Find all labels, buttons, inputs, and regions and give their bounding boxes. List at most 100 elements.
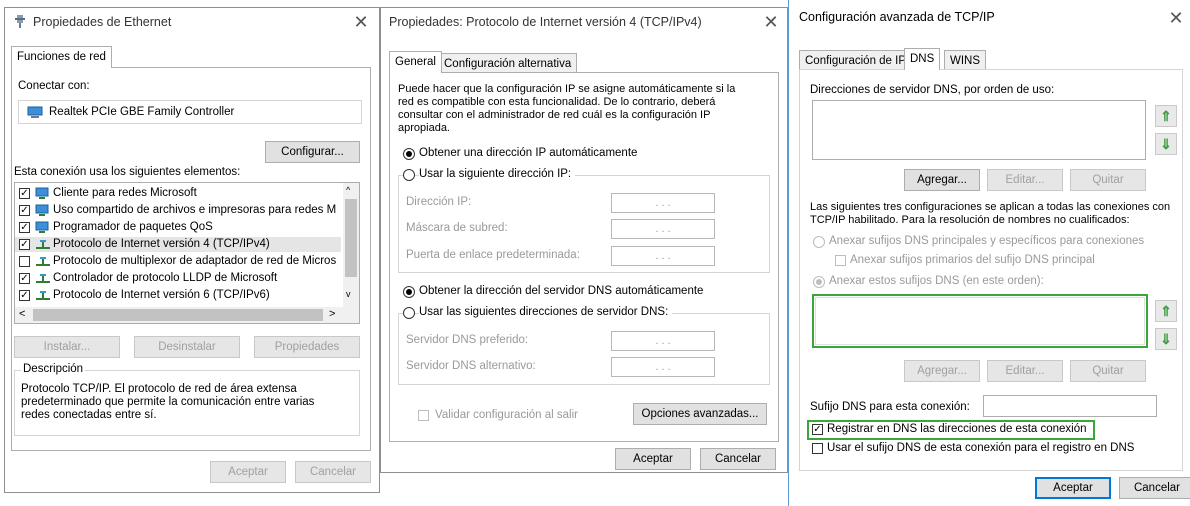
ip-address-input[interactable]: . . . xyxy=(611,193,715,213)
title-bar[interactable]: Propiedades: Protocolo de Internet versi… xyxy=(381,8,787,36)
connect-label: Conectar con: xyxy=(18,80,90,92)
manual-ip-label[interactable]: Usar la siguiente dirección IP: xyxy=(419,168,576,180)
hscroll-thumb[interactable] xyxy=(33,309,323,321)
move-up-icon[interactable]: ⇑ xyxy=(1155,105,1177,127)
append-these-label[interactable]: Anexar estos sufijos DNS (en este orden)… xyxy=(829,275,1044,287)
components-list: ✓ Cliente para redes Microsoft ✓ Uso compar… xyxy=(14,182,360,324)
auto-dns-label[interactable]: Obtener la dirección del servidor DNS au… xyxy=(419,285,703,297)
close-icon[interactable]: ✕ xyxy=(1166,8,1186,28)
network-client-icon xyxy=(35,221,51,237)
scroll-down-icon[interactable]: v xyxy=(346,289,351,299)
preferred-dns-input[interactable]: . . . xyxy=(611,331,715,351)
advanced-options-button[interactable]: Opciones avanzadas... xyxy=(633,403,767,425)
list-item[interactable]: ✓ Programador de paquetes QoS xyxy=(15,220,341,235)
use-suffix-label[interactable]: Usar el sufijo DNS de esta conexión para… xyxy=(827,442,1134,454)
protocol-icon xyxy=(35,255,51,271)
item-label: Cliente para redes Microsoft xyxy=(53,187,197,199)
suffix-add-button[interactable]: Agregar... xyxy=(904,360,980,382)
tab-configuracion-alternativa[interactable]: Configuración alternativa xyxy=(438,53,578,73)
tab-general[interactable]: General xyxy=(389,51,442,73)
item-checkbox[interactable]: ✓ xyxy=(19,222,30,233)
subnet-mask-input[interactable]: . . . xyxy=(611,219,715,239)
suffix-up-icon[interactable]: ⇑ xyxy=(1155,300,1177,322)
tab-dns[interactable]: DNS xyxy=(904,48,941,70)
append-primary-radio[interactable] xyxy=(813,236,825,248)
list-item[interactable]: ✓ Controlador de protocolo LLDP de Micros… xyxy=(15,271,341,286)
list-item[interactable]: ✓ Protocolo de Internet versión 4 (TCP/IP… xyxy=(15,237,341,252)
scroll-left-icon[interactable]: < xyxy=(19,308,25,320)
scroll-right-icon[interactable]: > xyxy=(329,308,335,320)
list-item[interactable]: ✓ Cliente para redes Microsoft xyxy=(15,186,341,201)
move-down-icon[interactable]: ⇓ xyxy=(1155,133,1177,155)
title-bar[interactable]: Configuración avanzada de TCP/IP ✕ xyxy=(789,0,1190,32)
append-parent-checkbox[interactable] xyxy=(835,255,846,266)
list-item[interactable]: ✓ Protocolo de Internet versión 6 (TCP/IP… xyxy=(15,288,341,303)
protocol-icon xyxy=(35,272,51,288)
suffix-remove-button[interactable]: Quitar xyxy=(1070,360,1146,382)
ok-button[interactable]: Aceptar xyxy=(1035,477,1111,499)
description-group: Descripción Protocolo TCP/IP. El protoco… xyxy=(14,363,360,436)
uninstall-button[interactable]: Desinstalar xyxy=(134,336,240,358)
ok-button[interactable]: Aceptar xyxy=(210,461,286,483)
item-checkbox[interactable]: ✓ xyxy=(19,188,30,199)
item-checkbox[interactable] xyxy=(19,256,30,267)
install-button[interactable]: Instalar... xyxy=(14,336,120,358)
validate-checkbox[interactable] xyxy=(418,410,429,421)
adapter-name: Realtek PCIe GBE Family Controller xyxy=(49,106,235,118)
cancel-button[interactable]: Cancelar xyxy=(700,448,776,470)
properties-button[interactable]: Propiedades xyxy=(254,336,360,358)
item-checkbox[interactable]: ✓ xyxy=(19,239,30,250)
horizontal-scrollbar[interactable]: < > xyxy=(15,307,359,323)
description-line-2: predeterminado que permite la comunicaci… xyxy=(21,396,315,408)
protocol-icon xyxy=(35,289,51,305)
manual-dns-label[interactable]: Usar las siguientes direcciones de servi… xyxy=(419,306,673,318)
tab-ip-settings[interactable]: Configuración de IP xyxy=(799,50,913,70)
auto-ip-radio[interactable] xyxy=(403,148,415,160)
scroll-up-icon[interactable]: ^ xyxy=(346,185,350,195)
auto-dns-radio[interactable] xyxy=(403,286,415,298)
append-these-radio[interactable] xyxy=(813,276,825,288)
gateway-input[interactable]: . . . xyxy=(611,246,715,266)
dns-servers-label: Direcciones de servidor DNS, por orden d… xyxy=(810,84,1055,96)
item-checkbox[interactable]: ✓ xyxy=(19,273,30,284)
dns-add-button[interactable]: Agregar... xyxy=(904,169,980,191)
alternate-dns-label: Servidor DNS alternativo: xyxy=(406,360,536,372)
configure-button[interactable]: Configurar... xyxy=(265,141,360,163)
auto-ip-label[interactable]: Obtener una dirección IP automáticamente xyxy=(419,147,637,159)
validate-label[interactable]: Validar configuración al salir xyxy=(435,409,578,421)
use-suffix-checkbox[interactable] xyxy=(812,443,823,454)
suffix-down-icon[interactable]: ⇓ xyxy=(1155,328,1177,350)
register-checkbox[interactable]: ✓ xyxy=(812,424,823,435)
append-parent-label[interactable]: Anexar sufijos primarios del sufijo DNS … xyxy=(850,254,1095,266)
cancel-button[interactable]: Cancelar xyxy=(1119,477,1190,499)
tab-wins[interactable]: WINS xyxy=(944,50,987,70)
scroll-thumb[interactable] xyxy=(345,199,357,277)
suffix-edit-button[interactable]: Editar... xyxy=(987,360,1063,382)
alternate-dns-input[interactable]: . . . xyxy=(611,357,715,377)
close-icon[interactable]: ✕ xyxy=(351,12,371,32)
suffix-input[interactable] xyxy=(983,395,1157,417)
cancel-button[interactable]: Cancelar xyxy=(295,461,371,483)
info-line-2: TCP/IP habilitado. Para la resolución de… xyxy=(810,214,1130,226)
list-item[interactable]: Protocolo de multiplexor de adaptador de… xyxy=(15,254,341,269)
item-checkbox[interactable]: ✓ xyxy=(19,205,30,216)
item-checkbox[interactable]: ✓ xyxy=(19,290,30,301)
network-client-icon xyxy=(35,204,51,220)
window-title: Configuración avanzada de TCP/IP xyxy=(799,10,995,24)
item-label: Programador de paquetes QoS xyxy=(53,221,213,233)
list-item[interactable]: ✓ Uso compartido de archivos e impresoras… xyxy=(15,203,341,218)
dns-servers-list[interactable] xyxy=(812,100,1146,160)
manual-dns-radio[interactable] xyxy=(403,307,415,319)
dns-remove-button[interactable]: Quitar xyxy=(1070,169,1146,191)
register-label[interactable]: Registrar en DNS las direcciones de esta… xyxy=(827,423,1087,435)
ok-button[interactable]: Aceptar xyxy=(615,448,691,470)
close-icon[interactable]: ✕ xyxy=(761,12,781,32)
title-bar[interactable]: Propiedades de Ethernet ✕ xyxy=(5,8,379,36)
vertical-scrollbar[interactable]: ^ v xyxy=(343,183,359,307)
append-primary-label[interactable]: Anexar sufijos DNS principales y específ… xyxy=(829,235,1144,247)
suffix-list[interactable] xyxy=(815,297,1145,345)
dns-edit-button[interactable]: Editar... xyxy=(987,169,1063,191)
tab-funciones-de-red[interactable]: Funciones de red xyxy=(11,46,112,68)
manual-ip-radio[interactable] xyxy=(403,169,415,181)
intro-line-4: apropiada. xyxy=(398,122,450,134)
